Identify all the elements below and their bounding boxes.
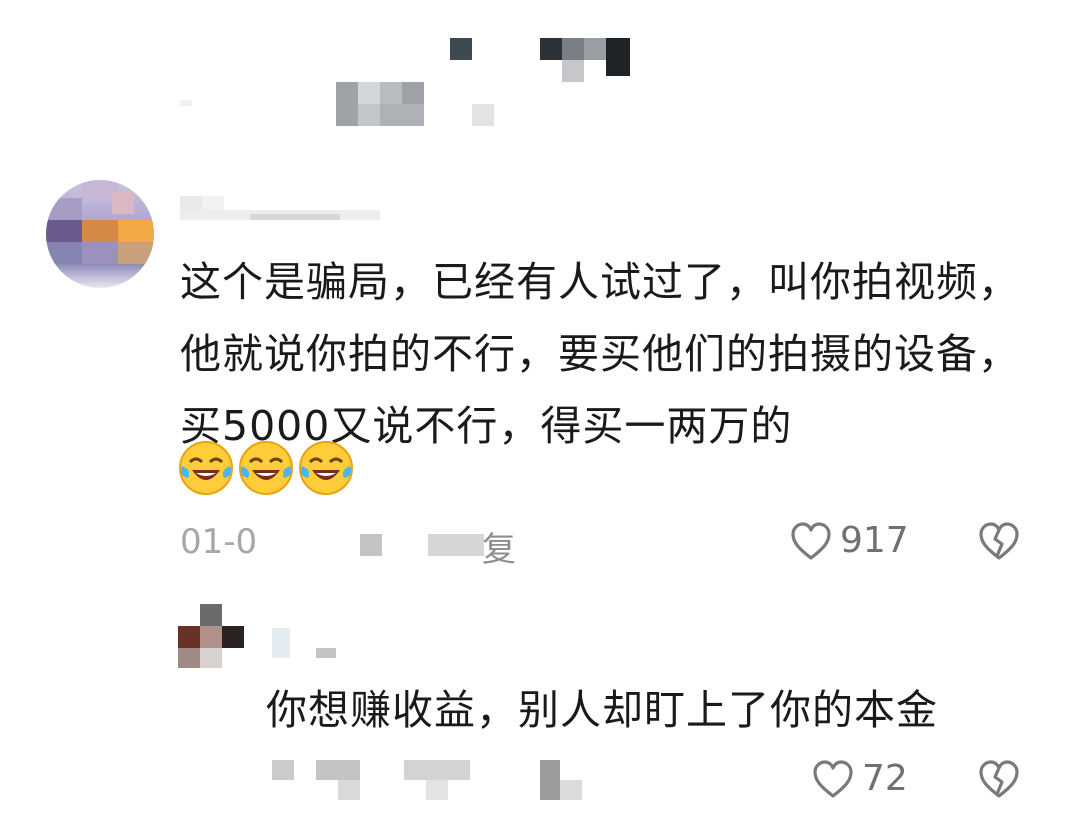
laugh-cry-emoji-icon	[179, 441, 233, 495]
broken-heart-icon[interactable]	[978, 522, 1020, 562]
comment-like-count: 917	[840, 520, 909, 561]
reply-like-count: 72	[862, 758, 908, 799]
emoji-row	[178, 440, 354, 498]
broken-heart-icon[interactable]	[978, 760, 1020, 800]
avatar[interactable]	[46, 180, 154, 288]
reply-text: 你想赚收益，别人却盯上了你的本金	[266, 686, 938, 734]
heart-outline-icon[interactable]	[812, 760, 854, 800]
reply-button[interactable]: 复	[482, 522, 516, 571]
reply-avatar[interactable]	[178, 604, 248, 668]
comment-date: 01-0	[180, 522, 258, 562]
laugh-cry-emoji-icon	[299, 441, 353, 495]
redacted-location	[360, 534, 382, 556]
laugh-cry-emoji-icon	[239, 441, 293, 495]
redacted-reply-label	[428, 534, 484, 556]
comment-text: 这个是骗局，已经有人试过了，叫你拍视频，他就说你拍的不行，要买他们的拍摄的设备，…	[180, 258, 1020, 450]
heart-outline-icon[interactable]	[790, 522, 832, 562]
